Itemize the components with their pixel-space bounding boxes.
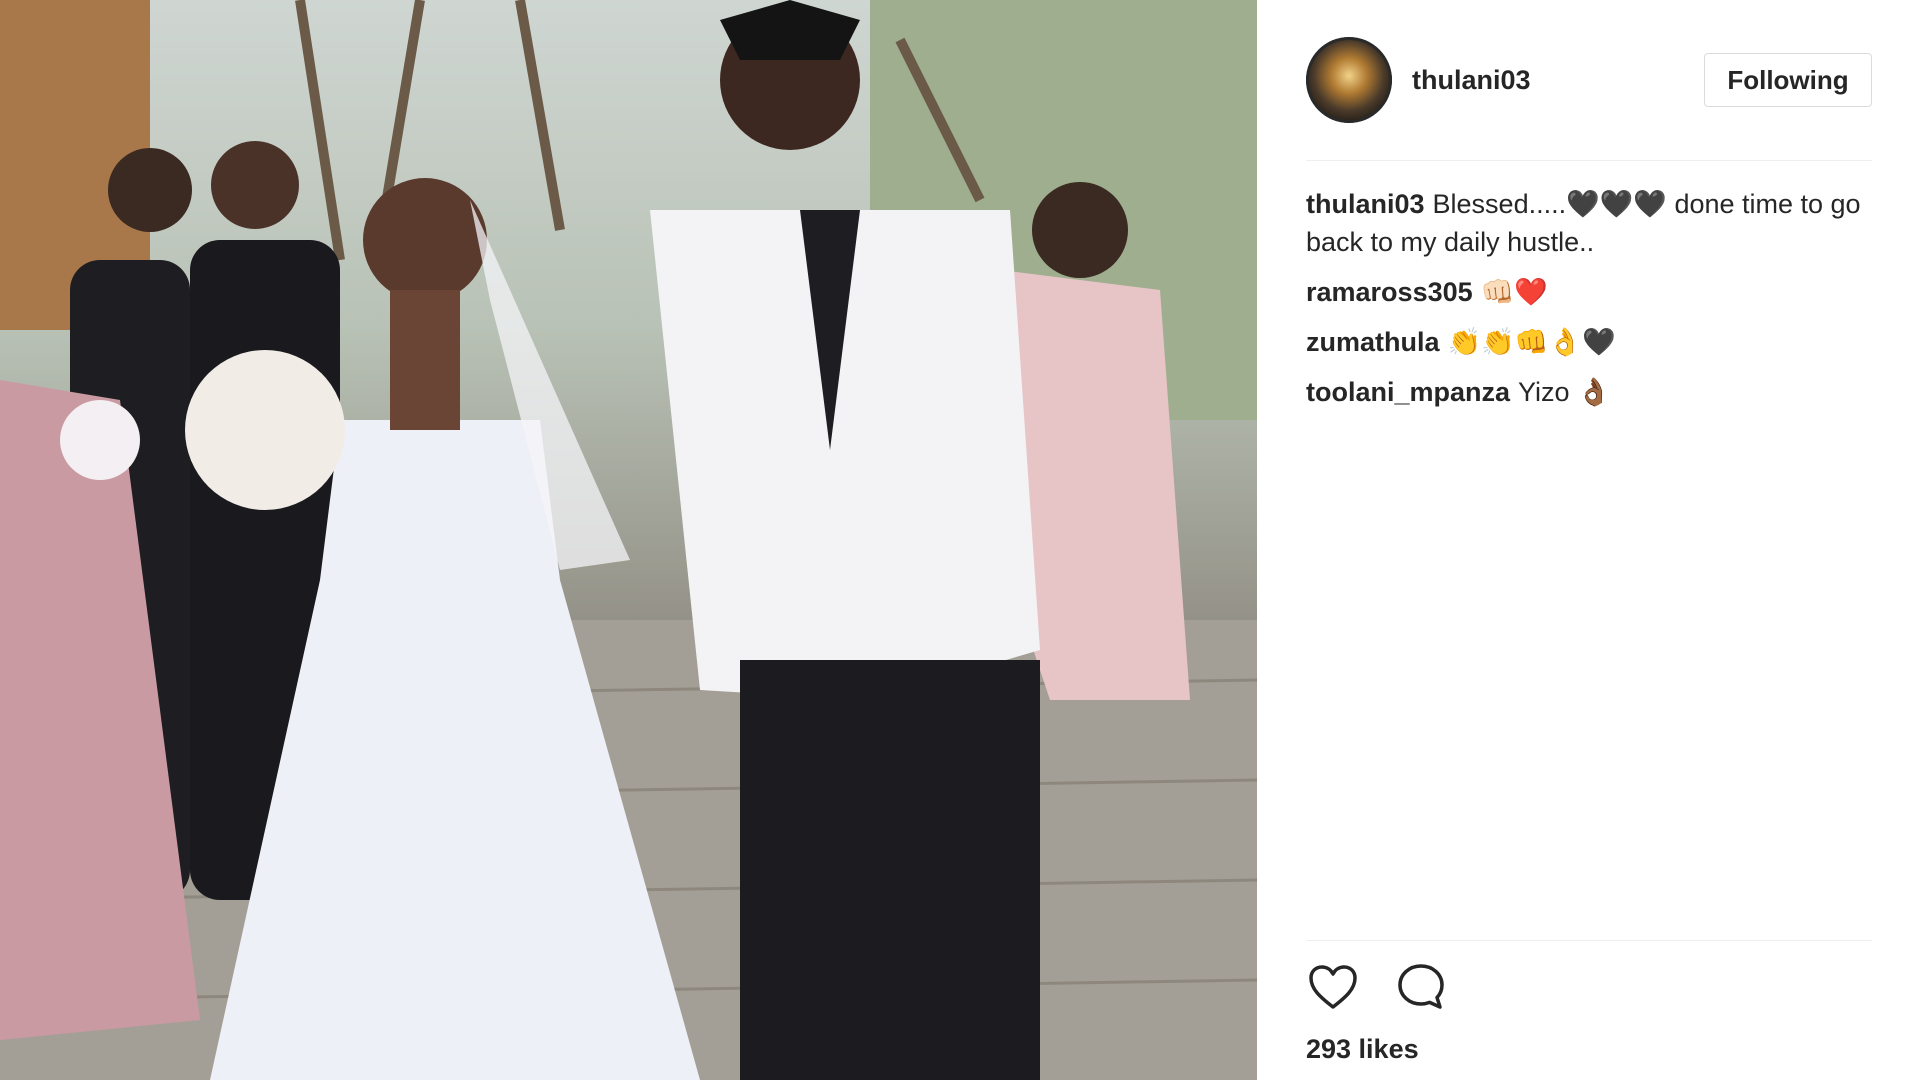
comment-username[interactable]: toolani_mpanza [1306, 377, 1510, 407]
comment-text: 👊🏻❤️ [1480, 277, 1548, 307]
comment-item: zumathula 👏👏👊👌🖤 [1306, 323, 1886, 361]
comment-username[interactable]: ramaross305 [1306, 277, 1473, 307]
post-actions [1306, 960, 1482, 1014]
wedding-photo-illustration [0, 0, 1257, 1080]
post-photo[interactable] [0, 0, 1257, 1080]
comment-username[interactable]: zumathula [1306, 327, 1440, 357]
comment-text: 👏👏👊👌🖤 [1447, 327, 1616, 357]
following-button[interactable]: Following [1704, 53, 1872, 107]
comment-item: ramaross305 👊🏻❤️ [1306, 273, 1886, 311]
post-header: thulani03 Following [1306, 37, 1872, 123]
comment-username[interactable]: thulani03 [1306, 189, 1425, 219]
comment-button[interactable] [1394, 960, 1448, 1014]
comment-item: thulani03 Blessed.....🖤🖤🖤 done time to go… [1306, 185, 1886, 261]
comment-text: Yizo 👌🏾 [1518, 377, 1611, 407]
post-username[interactable]: thulani03 [1412, 65, 1704, 96]
comments-list: thulani03 Blessed.....🖤🖤🖤 done time to go… [1306, 185, 1886, 423]
like-button[interactable] [1306, 960, 1360, 1014]
likes-count[interactable]: 293 likes [1306, 1034, 1419, 1065]
post-side-panel: thulani03 Following thulani03 Blessed....… [1257, 0, 1920, 1080]
actions-divider [1306, 940, 1872, 941]
header-divider [1306, 160, 1872, 161]
comment-bubble-icon [1398, 964, 1444, 1009]
instagram-post: thulani03 Following thulani03 Blessed....… [0, 0, 1920, 1080]
avatar[interactable] [1306, 37, 1392, 123]
comment-item: toolani_mpanza Yizo 👌🏾 [1306, 373, 1886, 411]
heart-icon [1309, 965, 1357, 1009]
